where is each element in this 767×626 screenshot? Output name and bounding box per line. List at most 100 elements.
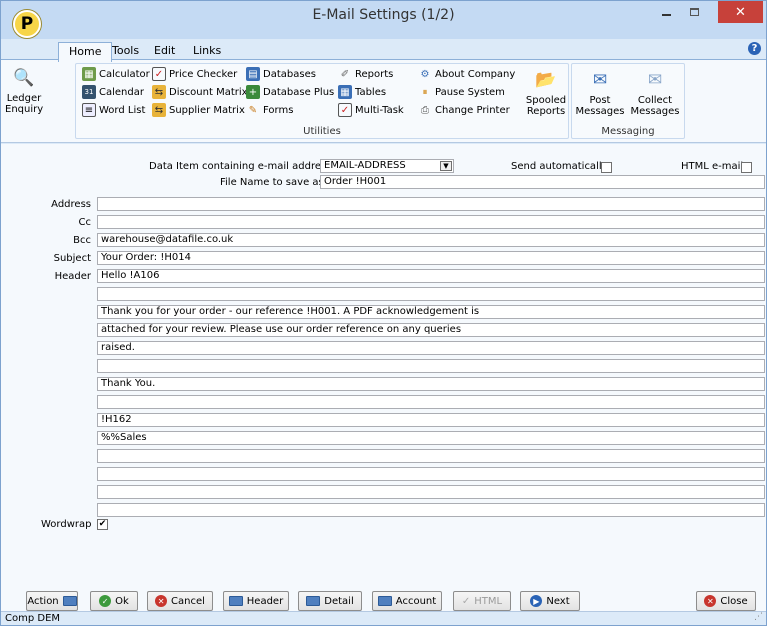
printer-icon: ⎙ — [421, 104, 429, 116]
forms-label: Forms — [263, 104, 294, 116]
button-bar: Action ✓ Ok ✕ Cancel Header Detail Account… — [1, 591, 766, 611]
app-logo-letter: P — [20, 14, 34, 34]
calendar-label: Calendar — [99, 86, 144, 98]
maximize-icon — [689, 8, 699, 16]
header-label: Header — [54, 271, 91, 282]
ok-label: Ok — [115, 595, 129, 607]
about-company-label: About Company — [435, 68, 516, 80]
menu-tabs: Home Tools Edit Links ? — [1, 39, 766, 62]
action-button[interactable]: Action — [26, 591, 78, 611]
utilities-group-label: Utilities — [303, 126, 341, 137]
html-label: HTML — [474, 595, 503, 607]
file-name-label: File Name to save as — [220, 177, 324, 188]
header-line[interactable] — [97, 395, 765, 409]
word-list-button[interactable]: ≡ Word List — [82, 103, 145, 117]
tables-button[interactable]: ▦ Tables — [338, 85, 386, 99]
subject-field[interactable]: Your Order: !H014 — [97, 251, 765, 265]
minimize-button[interactable] — [652, 1, 680, 23]
app-logo[interactable]: P — [13, 10, 41, 38]
calendar-button[interactable]: 31 Calendar — [82, 85, 144, 99]
header-button[interactable]: Header — [223, 591, 289, 611]
spooled-reports-button[interactable]: 📂 Spooled Reports — [524, 68, 568, 117]
header-line[interactable] — [97, 449, 765, 463]
html-button[interactable]: ✓ HTML — [453, 591, 511, 611]
pause-system-button[interactable]: ⏸ Pause System — [418, 85, 505, 99]
cc-field[interactable] — [97, 215, 765, 229]
subject-label: Subject — [53, 253, 91, 264]
change-printer-button[interactable]: ⎙ Change Printer — [418, 103, 510, 117]
forms-button[interactable]: ✎ Forms — [246, 103, 294, 117]
header-line[interactable]: raised. — [97, 341, 765, 355]
header-button-label: Header — [246, 595, 284, 607]
collect-messages-icon: ✉ — [647, 69, 663, 90]
address-field[interactable] — [97, 197, 765, 211]
dropdown-arrow-icon[interactable]: ▼ — [440, 161, 452, 171]
header-line[interactable] — [97, 467, 765, 481]
databases-label: Databases — [263, 68, 316, 80]
header-line[interactable]: Hello !A106 — [97, 269, 765, 283]
tables-label: Tables — [355, 86, 387, 98]
price-checker-button[interactable]: ✓ Price Checker — [152, 67, 237, 81]
header-line[interactable]: !H162 — [97, 413, 765, 427]
email-settings-form: Data Item containing e-mail address EMAI… — [1, 144, 766, 591]
maximize-button[interactable] — [680, 1, 708, 23]
html-icon: ✓ — [461, 595, 471, 607]
next-arrow-icon: ▶ — [530, 595, 543, 607]
ribbon: 🔍 Ledger Enquiry ▦ Calculator 31 Calendar … — [1, 59, 766, 143]
action-icon — [62, 596, 77, 606]
html-email-checkbox[interactable] — [741, 162, 752, 173]
ledger-enquiry-button[interactable]: 🔍 Ledger Enquiry — [5, 66, 43, 115]
about-company-icon: ⚙ — [420, 68, 430, 80]
data-item-label: Data Item containing e-mail address — [149, 161, 332, 172]
close-window-button[interactable]: ✕ — [718, 1, 763, 23]
about-company-button[interactable]: ⚙ About Company — [418, 67, 516, 81]
data-item-select[interactable]: EMAIL-ADDRESS ▼ — [320, 159, 454, 173]
collect-messages-button[interactable]: ✉ Collect Messages — [628, 68, 682, 117]
next-button[interactable]: ▶ Next — [520, 591, 580, 611]
database-plus-label: Database Plus — [263, 86, 335, 98]
header-icon — [228, 596, 243, 606]
pause-system-icon: ⏸ — [422, 86, 428, 98]
send-automatically-checkbox[interactable] — [601, 162, 612, 173]
resize-grip-icon[interactable]: ⋰ — [754, 611, 763, 624]
header-line[interactable] — [97, 287, 765, 301]
tab-links[interactable]: Links — [183, 42, 231, 60]
tab-home[interactable]: Home — [58, 42, 113, 62]
header-line[interactable] — [97, 359, 765, 373]
status-bar: Comp DEM ⋰ — [1, 611, 766, 625]
header-line[interactable]: %%Sales — [97, 431, 765, 445]
account-button[interactable]: Account — [372, 591, 442, 611]
cancel-button[interactable]: ✕ Cancel — [147, 591, 213, 611]
databases-button[interactable]: ▤ Databases — [246, 67, 316, 81]
header-line[interactable]: Thank you for your order - our reference… — [97, 305, 765, 319]
calculator-button[interactable]: ▦ Calculator — [82, 67, 150, 81]
tab-edit[interactable]: Edit — [144, 42, 185, 60]
check-icon: ✓ — [99, 595, 112, 607]
bcc-label: Bcc — [73, 235, 91, 246]
file-name-field[interactable]: Order !H001 — [320, 175, 765, 189]
ledger-enquiry-label: Ledger Enquiry — [5, 93, 44, 115]
folder-icon: 📂 — [535, 69, 557, 90]
header-line[interactable] — [97, 485, 765, 499]
databases-icon: ▤ — [246, 67, 260, 81]
database-plus-button[interactable]: + Database Plus — [246, 85, 334, 99]
detail-button[interactable]: Detail — [298, 591, 362, 611]
help-icon[interactable]: ? — [748, 42, 761, 55]
wordwrap-label: Wordwrap — [41, 519, 92, 530]
wordwrap-checkbox[interactable]: ✔ — [97, 519, 108, 530]
header-line[interactable]: attached for your review. Please use our… — [97, 323, 765, 337]
account-icon — [377, 596, 392, 606]
discount-matrix-button[interactable]: ⇆ Discount Matrix — [152, 85, 248, 99]
reports-button[interactable]: ✐ Reports — [338, 67, 394, 81]
database-plus-icon: + — [246, 85, 260, 99]
ok-button[interactable]: ✓ Ok — [90, 591, 138, 611]
html-email-label: HTML e-mail — [681, 161, 744, 172]
bcc-field[interactable]: warehouse@datafile.co.uk — [97, 233, 765, 247]
company-status: Comp DEM — [5, 613, 61, 624]
header-line[interactable] — [97, 503, 765, 517]
multi-task-button[interactable]: ✓ Multi-Task — [338, 103, 404, 117]
close-button[interactable]: ✕ Close — [696, 591, 756, 611]
header-line[interactable]: Thank You. — [97, 377, 765, 391]
post-messages-button[interactable]: ✉ Post Messages — [574, 68, 626, 117]
supplier-matrix-button[interactable]: ⇆ Supplier Matrix — [152, 103, 245, 117]
